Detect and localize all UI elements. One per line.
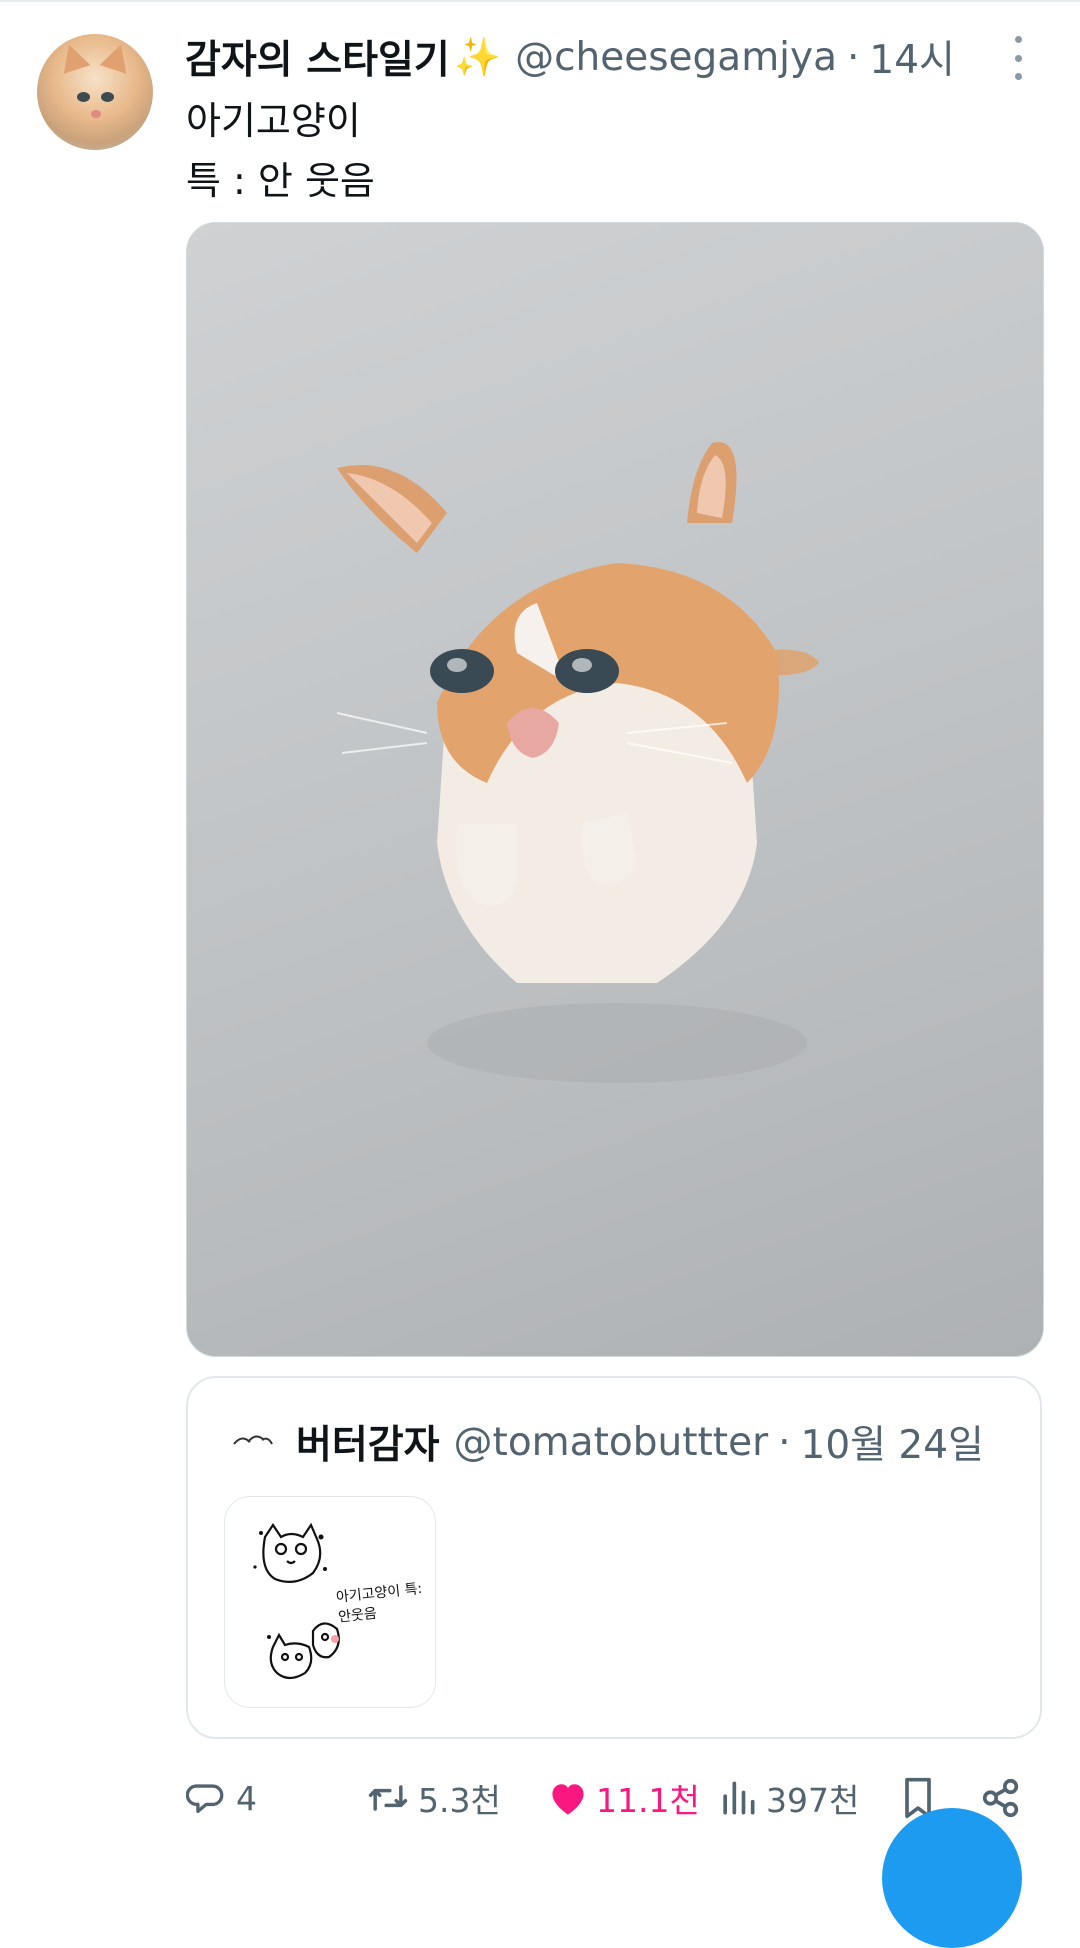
reply-icon: [186, 1784, 224, 1814]
compose-fab-button[interactable]: [882, 1808, 1022, 1948]
author-handle[interactable]: @cheesegamjya: [515, 35, 837, 80]
reply-button[interactable]: 4: [186, 1770, 257, 1826]
kitten-illustration: [336, 442, 819, 1083]
post-text-line: 아기고양이: [186, 99, 361, 143]
post-text-line: 특 : 안 웃음: [186, 159, 375, 203]
avatar-eye: [101, 92, 114, 102]
quoted-author-handle[interactable]: @tomatobuttter: [454, 1420, 769, 1465]
reply-count: 4: [236, 1778, 257, 1818]
separator-dot: ·: [847, 34, 860, 80]
quoted-author-name[interactable]: 버터감자: [296, 1414, 440, 1470]
avatar-eye: [77, 92, 90, 102]
quoted-post-card[interactable]: 버터감자 @tomatobuttter · 10월 24일 아기고양이 특: 안…: [186, 1376, 1042, 1739]
more-vertical-icon[interactable]: [1004, 36, 1032, 80]
quoted-post-thumbnail[interactable]: 아기고양이 특: 안웃음: [224, 1496, 436, 1708]
quoted-post-header: 버터감자 @tomatobuttter · 10월 24일: [296, 1414, 984, 1470]
sparkles-emoji: ✨: [453, 34, 502, 79]
quoted-post-time[interactable]: 10월 24일: [801, 1414, 984, 1470]
avatar-ear: [99, 40, 135, 74]
share-icon: [982, 1778, 1019, 1818]
views-bar-chart-icon: [723, 1781, 755, 1815]
views-button[interactable]: 397천: [716, 1770, 859, 1826]
avatar-nose: [91, 110, 101, 118]
like-count: 11.1천: [596, 1781, 700, 1820]
author-avatar[interactable]: [37, 34, 153, 150]
views-count: 397천: [766, 1781, 860, 1820]
quoted-author-avatar[interactable]: [232, 1428, 274, 1452]
retweet-button[interactable]: 5.3천: [364, 1770, 501, 1826]
separator-dot: ·: [778, 1419, 791, 1465]
post-time[interactable]: 14시: [869, 29, 955, 85]
post-photo-kitten[interactable]: [186, 222, 1044, 1357]
avatar-ear: [55, 40, 91, 74]
retweet-icon: [368, 1785, 408, 1811]
top-divider: [0, 0, 1080, 2]
heart-filled-icon: [552, 1784, 584, 1815]
post-header: 감자의 스타일기 ✨ @cheesegamjya · 14시: [185, 28, 955, 86]
like-button[interactable]: 11.1천: [546, 1770, 700, 1826]
retweet-count: 5.3천: [418, 1781, 501, 1820]
author-name[interactable]: 감자의 스타일기: [185, 29, 450, 85]
